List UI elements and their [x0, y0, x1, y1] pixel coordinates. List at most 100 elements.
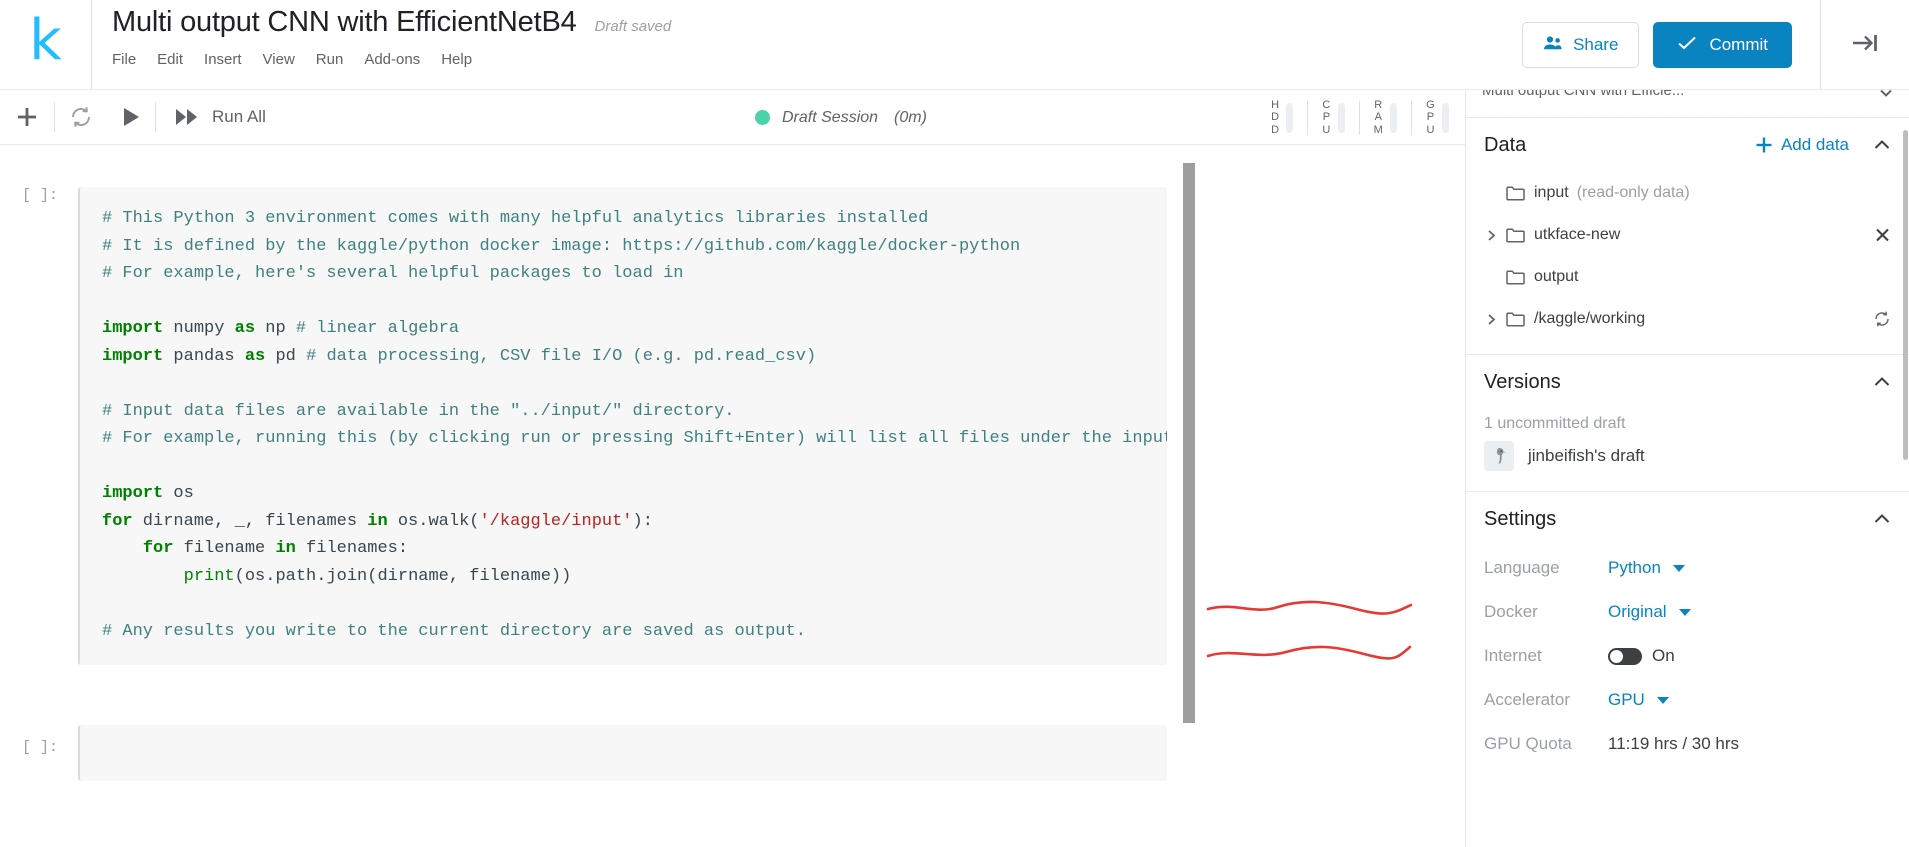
menu-item-run[interactable]: Run — [316, 48, 359, 71]
data-item-kaggle-working-label: /kaggle/working — [1534, 310, 1646, 327]
versions-subtitle: 1 uncommitted draft — [1484, 415, 1626, 432]
sidebar-section-data: Data Add data input (read-only data) utk… — [1466, 118, 1909, 355]
meter-hdd[interactable]: HDD — [1257, 99, 1294, 136]
run-cell-button[interactable] — [107, 90, 155, 145]
chevron-down-icon — [1656, 696, 1669, 704]
chevron-right-icon[interactable] — [1484, 228, 1506, 243]
data-item-kaggle-working[interactable]: /kaggle/working — [1466, 298, 1909, 340]
play-icon — [124, 108, 139, 126]
plus-icon — [1756, 137, 1772, 153]
folder-icon — [1506, 269, 1525, 285]
setting-gpu-quota-label: GPU Quota — [1484, 734, 1572, 753]
add-data-button[interactable]: Add data — [1755, 135, 1849, 155]
meter-gpu-label: GPU — [1426, 99, 1435, 136]
notebook-toolbar: Run All Draft Session (0m) HDD CPU RAM G… — [0, 90, 1465, 145]
sidebar-notebook-title: Multi output CNN with Efficie... — [1482, 90, 1685, 99]
setting-language-label: Language — [1484, 558, 1560, 577]
internet-toggle[interactable] — [1608, 647, 1642, 665]
notebook-body: [ ]: # This Python 3 environment comes w… — [0, 145, 1465, 847]
sidebar-title-chevron-icon[interactable] — [1877, 90, 1895, 107]
data-item-input-label: input — [1534, 184, 1569, 201]
menu-item-view[interactable]: View — [263, 48, 310, 71]
versions-section-header: Versions — [1466, 355, 1909, 409]
data-item-utkface-new[interactable]: utkface-new — [1466, 214, 1909, 256]
data-item-input[interactable]: input (read-only data) — [1466, 172, 1909, 214]
setting-row-gpu-quota: GPU Quota 11:19 hrs / 30 hrs — [1466, 722, 1909, 766]
meter-ram-label: RAM — [1373, 99, 1384, 136]
share-button[interactable]: Share — [1522, 22, 1640, 68]
menu-item-file[interactable]: File — [112, 48, 151, 71]
sidebar-notebook-title-bar[interactable]: Multi output CNN with Efficie... — [1466, 90, 1909, 118]
header-actions: Share Commit — [1522, 0, 1909, 90]
data-item-utkface-new-label: utkface-new — [1534, 226, 1621, 243]
resource-meters: HDD CPU RAM GPU — [1257, 90, 1465, 145]
versions-section-title: Versions — [1484, 370, 1561, 393]
refresh-output-icon[interactable] — [1873, 310, 1891, 328]
menu-item-help[interactable]: Help — [441, 48, 487, 71]
meter-hdd-bar — [1286, 102, 1294, 133]
setting-language-dropdown[interactable]: Python — [1608, 558, 1685, 578]
menu-item-insert[interactable]: Insert — [204, 48, 257, 71]
setting-row-docker: Docker Original — [1466, 590, 1909, 634]
share-label: Share — [1573, 35, 1619, 54]
refresh-icon — [72, 107, 90, 127]
avatar — [1484, 441, 1514, 471]
session-status-label: Draft Session — [782, 108, 879, 126]
code-editor-2[interactable] — [78, 725, 1167, 781]
meter-cpu[interactable]: CPU — [1308, 99, 1345, 136]
kaggle-logo[interactable]: k — [0, 0, 92, 90]
cell-prompt-2: [ ]: — [22, 739, 59, 756]
settings-section-title: Settings — [1484, 507, 1557, 530]
kaggle-logo-k-icon: k — [29, 8, 62, 73]
menu-item-edit[interactable]: Edit — [157, 48, 198, 71]
code-editor-1[interactable]: # This Python 3 environment comes with m… — [78, 187, 1167, 665]
data-section-header: Data Add data — [1466, 118, 1909, 172]
commit-label: Commit — [1709, 35, 1768, 54]
sidebar-scrollbar-thumb[interactable] — [1903, 130, 1908, 460]
session-status[interactable]: Draft Session (0m) — [755, 90, 927, 145]
people-icon — [1543, 35, 1563, 56]
notebook-scrollbar-thumb[interactable] — [1183, 163, 1195, 723]
meter-hdd-label: HDD — [1271, 99, 1280, 136]
chevron-right-icon[interactable] — [1484, 312, 1506, 327]
remove-dataset-icon[interactable] — [1874, 227, 1891, 244]
version-draft-label: jinbeifish's draft — [1528, 446, 1645, 465]
setting-docker-value: Original — [1608, 602, 1667, 621]
folder-icon — [1506, 227, 1525, 243]
setting-docker-dropdown[interactable]: Original — [1608, 602, 1691, 622]
folder-icon — [1506, 311, 1525, 327]
notebook-cell-2[interactable]: [ ]: — [0, 725, 1465, 781]
versions-section-collapse-icon[interactable] — [1871, 371, 1893, 393]
meter-gpu[interactable]: GPU — [1412, 99, 1449, 136]
setting-row-language: Language Python — [1466, 546, 1909, 590]
data-section-collapse-icon[interactable] — [1871, 134, 1893, 156]
meter-cpu-bar — [1337, 102, 1345, 133]
check-icon — [1677, 35, 1697, 56]
toggle-knob — [1610, 649, 1623, 663]
sidebar-scrollbar[interactable] — [1902, 90, 1909, 847]
setting-accelerator-dropdown[interactable]: GPU — [1608, 690, 1669, 710]
add-cell-button[interactable] — [0, 90, 54, 145]
commit-button[interactable]: Commit — [1653, 22, 1792, 68]
menu-item-addons[interactable]: Add-ons — [364, 48, 435, 71]
setting-accelerator-value: GPU — [1608, 690, 1645, 709]
page-title[interactable]: Multi output CNN with EfficientNetB4 — [112, 6, 577, 39]
setting-internet-label: Internet — [1484, 646, 1542, 665]
sidebar-section-settings: Settings Language Python Docker Original… — [1466, 492, 1909, 780]
notebook-scrollbar[interactable] — [1182, 145, 1196, 847]
meter-ram[interactable]: RAM — [1360, 99, 1398, 136]
collapse-sidebar-button[interactable] — [1821, 0, 1909, 90]
meter-ram-bar — [1390, 102, 1398, 133]
run-all-label: Run All — [212, 107, 266, 126]
data-item-output[interactable]: output — [1466, 256, 1909, 298]
restart-session-button[interactable] — [55, 90, 107, 145]
settings-section-collapse-icon[interactable] — [1871, 508, 1893, 530]
run-all-button[interactable]: Run All — [156, 90, 284, 145]
fast-forward-icon — [176, 109, 197, 125]
notebook-cell-1[interactable]: [ ]: # This Python 3 environment comes w… — [0, 187, 1465, 665]
chevron-down-icon — [1678, 608, 1691, 616]
app-header: k Multi output CNN with EfficientNetB4 D… — [0, 0, 1909, 90]
setting-row-internet: Internet On — [1466, 634, 1909, 678]
version-item-draft[interactable]: jinbeifish's draft — [1466, 437, 1909, 477]
folder-icon — [1506, 185, 1525, 201]
